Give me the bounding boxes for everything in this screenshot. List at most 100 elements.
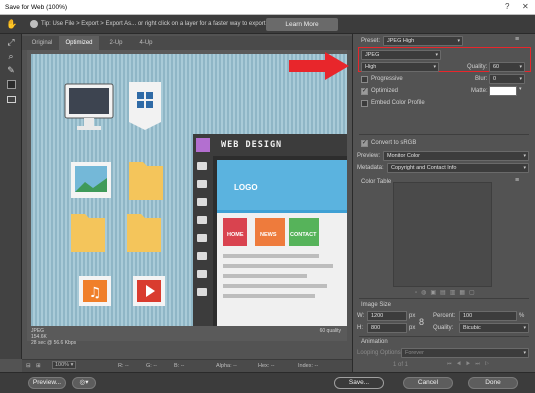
width-label: W: [357, 313, 365, 319]
link-icon[interactable]: 8 [419, 317, 424, 327]
optimized-info: JPEG 154.6K 28 sec @ 56.6 Kbps 60 qualit… [31, 328, 347, 346]
convert-srgb-checkbox[interactable]: ✓ [361, 140, 368, 147]
tab-4up[interactable]: 4-Up [132, 36, 160, 50]
learn-more-button[interactable]: Learn More [266, 18, 338, 31]
matte-label: Matte: [471, 88, 488, 94]
height-label: H: [357, 325, 363, 331]
eyedropper-color-swatch[interactable] [4, 80, 18, 92]
embed-color-label: Embed Color Profile [371, 100, 425, 106]
preview-color-select[interactable]: Monitor Color ▾ [383, 151, 529, 161]
hand-icon[interactable]: ✋ [6, 19, 17, 30]
preview-illustration: ♫ [64, 82, 347, 326]
convert-srgb-label: Convert to sRGB [371, 140, 417, 146]
animation-controls[interactable]: ⏮◀▶⏭▷ [447, 361, 494, 367]
slice-select-icon[interactable]: ⤢ [4, 36, 18, 48]
animation-title: Animation [361, 339, 388, 345]
color-table-title: Color Table [361, 179, 392, 185]
divider [359, 336, 529, 337]
window-title-bar: Save for Web (100%) ? ✕ [0, 0, 535, 15]
tip-icon [30, 20, 38, 28]
divider [359, 134, 529, 135]
red-arrow-annotation [289, 52, 349, 80]
zoom-plus-icon[interactable]: ⊞ [36, 363, 41, 369]
view-tabs: Original Optimized 2-Up 4-Up [22, 36, 352, 50]
window-title: Save for Web (100%) [5, 4, 68, 11]
width-input[interactable]: 1200 [367, 311, 407, 321]
metadata-select[interactable]: Copyright and Contact Info ▾ [387, 163, 529, 173]
toggle-slices-icon[interactable] [4, 94, 18, 106]
tab-optimized[interactable]: Optimized [59, 36, 99, 50]
image-preview[interactable]: ♫ WEB DESIGN LOGO HOME NEWS CONTACT [31, 54, 347, 326]
optimized-checkbox[interactable]: ✓ [361, 88, 368, 95]
matte-color-swatch[interactable] [489, 86, 517, 96]
quality-input[interactable]: 60 ▾ [489, 62, 525, 72]
tab-2up[interactable]: 2-Up [102, 36, 130, 50]
cancel-button[interactable]: Cancel [403, 377, 453, 389]
logo-text: LOGO [234, 183, 258, 192]
frame-counter: 1 of 1 [393, 362, 409, 368]
zoom-select[interactable]: 100% ▾ [52, 361, 77, 369]
metadata-label: Metadata: [357, 165, 384, 171]
preset-label: Preset: [361, 38, 381, 44]
close-icon[interactable]: ✕ [522, 2, 529, 11]
monitor-icon [64, 83, 114, 130]
optimize-menu-icon[interactable]: ≡ [515, 36, 519, 43]
status-r: R: -- [118, 363, 129, 369]
matte-dropdown-icon[interactable]: ▾ [519, 86, 522, 92]
status-hex: Hex: -- [258, 363, 275, 369]
svg-text:♫: ♫ [89, 285, 102, 301]
music-icon: ♫ [79, 276, 111, 306]
tab-original[interactable]: Original [26, 36, 58, 50]
height-unit: px [409, 325, 416, 331]
resample-quality-select[interactable]: Bicubic ▾ [459, 323, 529, 333]
preview-color-label: Preview: [357, 153, 381, 159]
home-button-label: HOME [227, 232, 244, 238]
progressive-label: Progressive [371, 76, 403, 82]
tip-text: Tip: Use File > Export > Export As... or… [41, 21, 285, 27]
help-icon[interactable]: ? [505, 2, 509, 11]
preset-select[interactable]: JPEG High ▾ [383, 36, 463, 46]
image-size-title: Image Size [361, 302, 392, 308]
windows-tag-icon [129, 82, 161, 130]
compression-select[interactable]: High ▾ [361, 62, 439, 72]
preview-button[interactable]: Preview... [28, 377, 66, 389]
done-button[interactable]: Done [468, 377, 518, 389]
settings-panel: Preset: JPEG High ▾ ≡ JPEG ▾ High ▾ Quality… [352, 34, 535, 372]
percent-input[interactable]: 100 [459, 311, 517, 321]
width-unit: px [409, 313, 416, 319]
percent-unit: % [519, 313, 525, 319]
browser-select-button[interactable]: ◎▾ [72, 377, 96, 389]
embed-color-checkbox[interactable] [361, 100, 368, 107]
status-alpha: Alpha: -- [216, 363, 237, 369]
news-button-label: NEWS [260, 232, 277, 238]
progressive-checkbox[interactable] [361, 76, 368, 83]
optimized-label: Optimized [371, 88, 399, 94]
color-table-tools[interactable]: ▫◍▣▤▥▦▢ [415, 289, 479, 296]
looping-label: Looping Options: [357, 350, 403, 356]
photo-icon [71, 162, 111, 198]
bottom-bar: Preview... ◎▾ Save... Cancel Done [0, 372, 535, 393]
info-quality: 60 quality [319, 328, 341, 334]
web-design-title: WEB DESIGN [221, 140, 283, 150]
status-bar: ⊟ ⊞ 100% ▾ R: -- G: -- B: -- Alpha: -- H… [22, 359, 352, 372]
status-index: Index: -- [298, 363, 319, 369]
divider [359, 298, 529, 299]
tip-bar: ✋ Tip: Use File > Export > Export As... … [0, 15, 535, 34]
preview-area: ♫ WEB DESIGN LOGO HOME NEWS CONTACT JPEG… [27, 50, 347, 346]
blur-input[interactable]: 0 ▾ [489, 74, 525, 84]
video-icon [133, 276, 165, 306]
zoom-minus-icon[interactable]: ⊟ [26, 363, 31, 369]
eyedropper-icon[interactable]: ✎ [4, 64, 18, 76]
format-select[interactable]: JPEG ▾ [361, 50, 441, 60]
save-button[interactable]: Save... [334, 377, 384, 389]
looping-select[interactable]: Forever ▾ [401, 348, 529, 358]
info-download-time: 28 sec @ 56.6 Kbps [31, 340, 77, 346]
quality-label: Quality: [467, 64, 488, 70]
color-table[interactable] [393, 182, 492, 287]
color-table-menu-icon[interactable]: ≡ [515, 177, 519, 184]
height-input[interactable]: 800 [367, 323, 407, 333]
blur-label: Blur: [475, 76, 488, 82]
zoom-icon[interactable]: ⌕ [4, 50, 18, 62]
percent-label: Percent: [433, 313, 456, 319]
status-b: B: -- [174, 363, 185, 369]
